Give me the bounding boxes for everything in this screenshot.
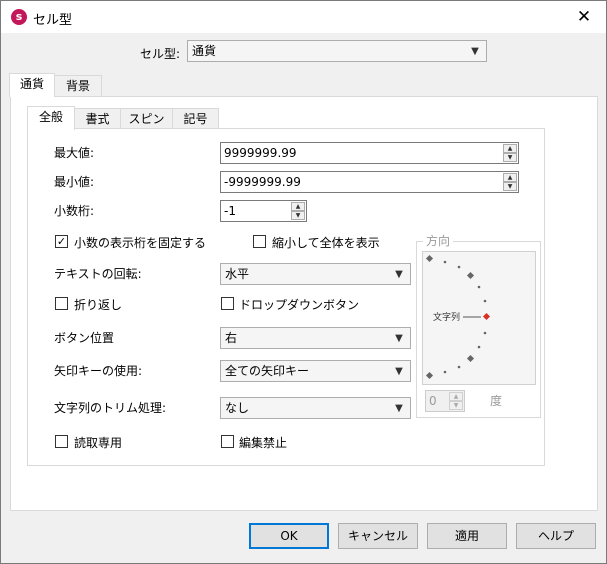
dial-dot [457, 365, 461, 369]
shrink-to-fit-label: 縮小して全体を表示 [272, 236, 380, 250]
dial-dot [443, 260, 447, 264]
tab-format[interactable]: 書式 [74, 108, 121, 130]
dial-dot [483, 331, 487, 335]
close-button[interactable]: ✕ [562, 1, 606, 33]
chevron-down-icon: ▼ [395, 366, 403, 377]
min-value-input[interactable]: -9999999.99 ▲ ▼ [220, 171, 519, 193]
spin-up-icon[interactable]: ▲ [503, 144, 517, 153]
spin-up-icon[interactable]: ▲ [503, 173, 517, 182]
dial-dot [477, 345, 481, 349]
chevron-down-icon: ▼ [395, 269, 403, 280]
spin-down-icon[interactable]: ▼ [503, 182, 517, 191]
min-value-text: -9999999.99 [224, 175, 301, 189]
tab-background-label: 背景 [65, 79, 90, 93]
tab-spin-label: スピン [128, 112, 165, 126]
dial-dot [457, 265, 461, 269]
tab-format-label: 書式 [85, 112, 110, 126]
max-value-text: 9999999.99 [224, 146, 297, 160]
dial-dot [477, 285, 481, 289]
window-title: セル型 [33, 13, 73, 28]
wrap-checkbox[interactable] [55, 297, 68, 310]
apply-button[interactable]: 適用 [427, 523, 507, 549]
wrap-label: 折り返し [74, 298, 123, 312]
arrow-keys-select[interactable]: 全ての矢印キー ▼ [220, 360, 411, 382]
fixed-decimal-label: 小数の表示桁を固定する [74, 236, 207, 250]
tab-general-label: 全般 [38, 110, 63, 124]
trim-select[interactable]: なし ▼ [220, 397, 411, 419]
help-button[interactable]: ヘルプ [516, 523, 596, 549]
orientation-dial-graphic: 文字列 [425, 254, 491, 380]
chevron-down-icon: ▼ [471, 46, 479, 57]
decimal-places-input[interactable]: -1 ▲ ▼ [220, 200, 307, 222]
degree-value: 0 [429, 394, 437, 408]
chevron-down-icon: ▼ [395, 333, 403, 344]
tab-symbol[interactable]: 記号 [172, 108, 219, 130]
decimal-places-spinner[interactable]: ▲ ▼ [291, 202, 305, 220]
trim-label: 文字列のトリム処理: [54, 401, 167, 415]
degree-input[interactable]: 0 ▲ ▼ [425, 390, 465, 412]
edit-lock-label: 編集禁止 [239, 436, 288, 450]
degree-spinner[interactable]: ▲ ▼ [449, 392, 463, 410]
app-logo-icon: s [11, 9, 27, 25]
degree-unit-label: 度 [490, 394, 503, 408]
cell-type-value: 通貨 [192, 44, 217, 58]
tab-currency-label: 通貨 [19, 77, 44, 91]
title-bar[interactable]: s セル型 ✕ [1, 1, 606, 33]
tab-spin[interactable]: スピン [120, 108, 173, 130]
min-value-spinner[interactable]: ▲ ▼ [503, 173, 517, 191]
dial-major-marker [466, 271, 475, 280]
button-position-select[interactable]: 右 ▼ [220, 327, 411, 349]
text-rotation-label: テキストの回転: [54, 267, 142, 281]
edit-lock-checkbox[interactable] [221, 435, 234, 448]
checkmark-icon: ✓ [56, 235, 67, 248]
tab-general[interactable]: 全般 [27, 106, 75, 130]
spin-up-icon[interactable]: ▲ [291, 202, 305, 211]
orientation-group-label: 方向 [423, 232, 454, 249]
min-value-label: 最小値: [54, 175, 95, 189]
orientation-dial[interactable]: 文字列 [422, 251, 536, 385]
shrink-to-fit-checkbox[interactable] [253, 235, 266, 248]
dropdown-button-label: ドロップダウンボタン [239, 298, 360, 312]
read-only-label: 読取専用 [74, 436, 123, 450]
fixed-decimal-checkbox[interactable]: ✓ [55, 235, 68, 248]
arrow-keys-label: 矢印キーの使用: [54, 364, 143, 378]
spin-up-icon[interactable]: ▲ [449, 392, 463, 401]
close-icon: ✕ [576, 7, 592, 27]
tab-currency[interactable]: 通貨 [9, 73, 55, 97]
arrow-keys-value: 全ての矢印キー [225, 364, 310, 378]
spin-down-icon[interactable]: ▼ [503, 153, 517, 162]
dial-dot [443, 370, 447, 374]
decimal-places-text: -1 [224, 204, 236, 218]
dialog-window: s セル型 ✕ セル型: 通貨 ▼ 通貨 背景 全般 書式 スピン 記号 最大値… [0, 0, 607, 564]
cancel-button[interactable]: キャンセル [338, 523, 418, 549]
decimal-places-label: 小数桁: [54, 204, 95, 218]
max-value-label: 最大値: [54, 146, 95, 160]
dial-major-marker [466, 354, 475, 363]
text-rotation-select[interactable]: 水平 ▼ [220, 263, 411, 285]
tab-background[interactable]: 背景 [54, 75, 102, 97]
spin-down-icon[interactable]: ▼ [449, 401, 463, 410]
orientation-handle[interactable] [482, 312, 491, 321]
spin-down-icon[interactable]: ▼ [291, 211, 305, 220]
chevron-down-icon: ▼ [395, 403, 403, 414]
button-position-label: ボタン位置 [54, 331, 115, 345]
max-value-spinner[interactable]: ▲ ▼ [503, 144, 517, 162]
ok-button[interactable]: OK [249, 523, 329, 549]
dial-dot [483, 299, 487, 303]
text-rotation-value: 水平 [225, 267, 250, 281]
dial-major-marker [425, 254, 434, 263]
cell-type-label: セル型: [140, 47, 181, 61]
tab-symbol-label: 記号 [183, 112, 208, 126]
dial-major-marker [425, 371, 434, 380]
dropdown-button-checkbox[interactable] [221, 297, 234, 310]
read-only-checkbox[interactable] [55, 435, 68, 448]
button-position-value: 右 [225, 331, 238, 345]
cell-type-select[interactable]: 通貨 ▼ [187, 40, 487, 62]
orientation-text-label: 文字列 [433, 311, 460, 323]
max-value-input[interactable]: 9999999.99 ▲ ▼ [220, 142, 519, 164]
trim-value: なし [225, 401, 250, 415]
